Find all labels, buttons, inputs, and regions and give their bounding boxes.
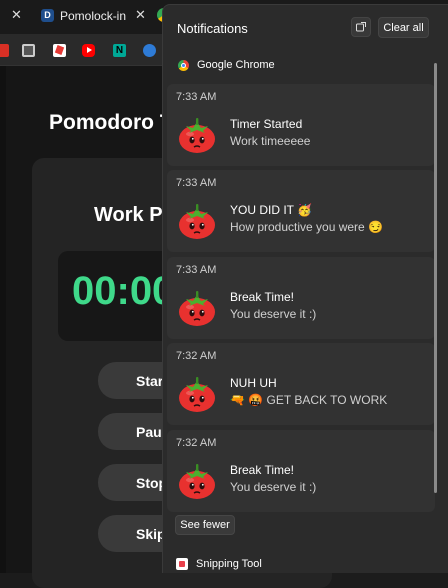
tomato-icon xyxy=(176,114,218,156)
notification-body: How productive you were 😏 xyxy=(230,220,384,234)
notification-card[interactable]: 7:33 AM Break Time! You deserve it :) xyxy=(167,257,435,339)
notification-body: You deserve it :) xyxy=(230,307,317,321)
bookmark-icon[interactable] xyxy=(143,44,156,57)
snipping-tool-icon xyxy=(176,558,188,570)
close-tab-icon[interactable]: ✕ xyxy=(11,8,22,23)
youtube-icon[interactable] xyxy=(82,44,95,57)
notification-title: YOU DID IT 🥳 xyxy=(230,203,313,217)
scrollbar[interactable] xyxy=(434,63,437,493)
notification-time: 7:32 AM xyxy=(176,350,217,362)
page-title: Pomodoro T xyxy=(49,111,173,134)
focus-settings-button[interactable] xyxy=(351,17,371,37)
notification-card[interactable]: 7:32 AM NUH UH 🔫 🤬 GET BACK TO WORK xyxy=(167,343,435,425)
notification-card[interactable]: 7:33 AM YOU DID IT 🥳 How productive you … xyxy=(167,170,435,252)
notification-body: Work timeeeee xyxy=(230,134,311,148)
app-name: Google Chrome xyxy=(197,59,275,71)
notification-center: Notifications Clear all Google Chrome 7:… xyxy=(162,4,448,573)
notification-time: 7:33 AM xyxy=(176,264,217,276)
tab-favicon: D xyxy=(41,9,54,22)
close-tab-icon[interactable]: ✕ xyxy=(135,8,146,23)
notification-title: NUH UH xyxy=(230,376,277,390)
notification-time: 7:33 AM xyxy=(176,177,217,189)
tomato-icon xyxy=(176,200,218,242)
bookmark-icon[interactable] xyxy=(0,44,9,57)
bookmark-icon[interactable] xyxy=(22,44,35,57)
notification-title: Break Time! xyxy=(230,290,295,304)
bookmark-pin-icon[interactable] xyxy=(53,44,66,57)
timer-value: 00:00 xyxy=(72,269,175,313)
see-fewer-button[interactable]: See fewer xyxy=(175,515,235,535)
notification-time: 7:32 AM xyxy=(176,437,217,449)
panel-title: Notifications xyxy=(177,21,248,36)
tomato-icon xyxy=(176,460,218,502)
chrome-icon xyxy=(178,59,189,71)
notification-body: You deserve it :) xyxy=(230,480,317,494)
tomato-icon xyxy=(176,373,218,415)
app-group-header: Google Chrome xyxy=(178,57,275,73)
notification-card[interactable]: 7:32 AM Break Time! You deserve it :) xyxy=(167,430,435,512)
mode-title: Work P xyxy=(94,204,163,226)
app-name: Snipping Tool xyxy=(196,558,262,570)
tomato-icon xyxy=(176,287,218,329)
tab-pomolock[interactable]: Pomolock-in xyxy=(60,9,126,23)
focus-icon xyxy=(356,22,366,32)
clear-all-button[interactable]: Clear all xyxy=(378,17,429,38)
app-group-header: Snipping Tool xyxy=(176,558,262,570)
notification-time: 7:33 AM xyxy=(176,91,217,103)
notification-title: Break Time! xyxy=(230,463,295,477)
notification-body: 🔫 🤬 GET BACK TO WORK xyxy=(230,393,388,407)
notification-card[interactable]: 7:33 AM Timer Started Work timeeeee xyxy=(167,84,435,166)
bookmark-n-icon[interactable]: N xyxy=(113,44,126,57)
notification-title: Timer Started xyxy=(230,117,303,131)
